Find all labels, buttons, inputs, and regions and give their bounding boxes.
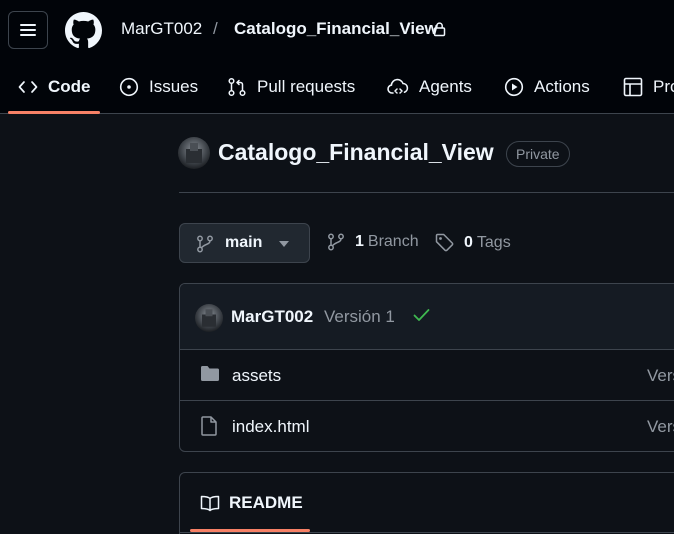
tab-pull-requests-label: Pull requests bbox=[257, 77, 356, 96]
file-commit-message[interactable]: Vers bbox=[647, 417, 674, 437]
branch-selector-button[interactable]: main bbox=[179, 223, 310, 263]
tab-agents-label: Agents bbox=[419, 77, 472, 96]
owner-link[interactable]: MarGT002 bbox=[121, 19, 202, 39]
tab-issues[interactable]: Issues bbox=[119, 60, 198, 114]
tab-projects-label: Pro bbox=[653, 77, 674, 96]
check-icon[interactable] bbox=[413, 308, 430, 322]
branch-name: main bbox=[225, 234, 263, 251]
active-tab-indicator bbox=[8, 111, 100, 114]
issue-icon bbox=[119, 77, 139, 97]
tag-count: 0 bbox=[464, 233, 473, 251]
tag-count-label: Tags bbox=[476, 233, 511, 251]
file-commit-message[interactable]: Vers bbox=[647, 366, 674, 386]
divider bbox=[180, 532, 674, 533]
branch-count: 1 bbox=[355, 233, 364, 250]
caret-down-icon bbox=[279, 241, 289, 247]
readme-label: README bbox=[229, 493, 303, 512]
tab-agents[interactable]: Agents bbox=[387, 60, 472, 114]
repo-nav: Code Issues Pull requests Agents Actions bbox=[0, 60, 674, 114]
tab-actions[interactable]: Actions bbox=[504, 60, 590, 114]
file-browser: MarGT002 Versión 1 assets Vers index.htm… bbox=[179, 283, 674, 452]
file-name[interactable]: index.html bbox=[232, 417, 309, 437]
tab-actions-label: Actions bbox=[534, 77, 590, 96]
tab-issues-label: Issues bbox=[149, 77, 199, 96]
table-icon bbox=[623, 77, 643, 97]
menu-button[interactable] bbox=[8, 11, 48, 49]
code-icon bbox=[18, 81, 38, 93]
divider bbox=[179, 192, 674, 193]
file-icon bbox=[201, 416, 217, 436]
tab-pull-requests[interactable]: Pull requests bbox=[227, 60, 355, 114]
branch-count-label: Branch bbox=[367, 233, 419, 250]
branch-icon bbox=[328, 233, 344, 251]
commit-author-avatar[interactable] bbox=[195, 304, 223, 332]
agent-icon bbox=[387, 78, 409, 94]
tags-link[interactable]: 0 Tags bbox=[435, 233, 511, 252]
visibility-badge: Private bbox=[506, 141, 570, 167]
breadcrumb-separator: / bbox=[213, 19, 218, 38]
hamburger-icon bbox=[20, 24, 36, 36]
commit-message[interactable]: Versión 1 bbox=[324, 307, 395, 327]
github-logo-icon[interactable] bbox=[65, 12, 102, 49]
file-row-index-html[interactable]: index.html Vers bbox=[180, 401, 674, 451]
latest-commit-row: MarGT002 Versión 1 bbox=[180, 284, 674, 350]
top-header: MarGT002 / Catalogo_Financial_View bbox=[0, 0, 674, 60]
branch-icon bbox=[197, 235, 213, 253]
tab-code[interactable]: Code bbox=[18, 60, 91, 114]
lock-icon bbox=[433, 22, 446, 37]
book-icon bbox=[200, 495, 220, 511]
file-row-assets[interactable]: assets Vers bbox=[180, 350, 674, 401]
readme-panel: README bbox=[179, 472, 674, 534]
tab-code-label: Code bbox=[48, 77, 91, 96]
branches-link[interactable]: 1 Branch bbox=[327, 233, 419, 251]
play-icon bbox=[504, 77, 524, 97]
pull-request-icon bbox=[228, 77, 246, 97]
commit-author[interactable]: MarGT002 bbox=[231, 307, 313, 327]
tag-icon bbox=[435, 233, 454, 252]
folder-icon bbox=[201, 366, 219, 381]
tab-projects[interactable]: Pro bbox=[623, 60, 674, 114]
owner-avatar[interactable] bbox=[178, 137, 210, 169]
repo-link[interactable]: Catalogo_Financial_View bbox=[234, 19, 438, 39]
file-name[interactable]: assets bbox=[232, 366, 281, 386]
readme-tab[interactable]: README bbox=[200, 493, 303, 513]
repo-title[interactable]: Catalogo_Financial_View bbox=[218, 139, 494, 166]
